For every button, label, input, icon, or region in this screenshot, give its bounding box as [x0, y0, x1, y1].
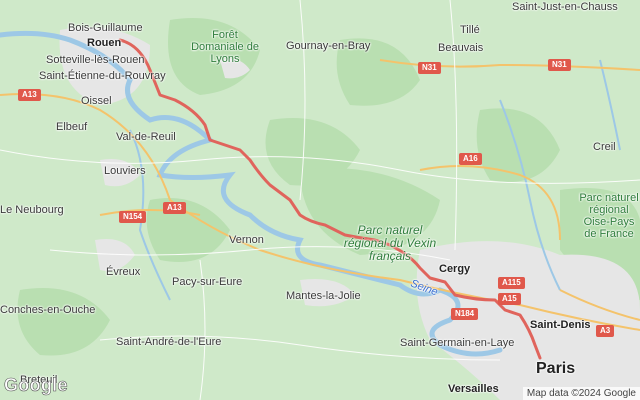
label-le-neubourg[interactable]: Le Neubourg [0, 204, 64, 216]
label-foret-lyons[interactable]: Forêt Domaniale de Lyons [185, 29, 265, 65]
label-louviers[interactable]: Louviers [104, 165, 146, 177]
road-shield-n154: N154 [119, 211, 147, 223]
road-shield-a15: A15 [498, 293, 521, 305]
label-evreux[interactable]: Évreux [106, 266, 140, 278]
road-shield-a16: A16 [459, 153, 482, 165]
label-oise-pays[interactable]: Parc naturel régional Oise-Pays de Franc… [578, 192, 640, 240]
label-rouen[interactable]: Rouen [87, 37, 121, 49]
label-pacy[interactable]: Pacy-sur-Eure [172, 276, 242, 288]
road-shield-a115: A115 [498, 277, 525, 289]
label-paris[interactable]: Paris [536, 360, 575, 377]
google-logo: Google [4, 375, 68, 396]
road-shield-n184: N184 [451, 308, 479, 320]
label-conches[interactable]: Conches-en-Ouche [0, 304, 95, 316]
label-tille[interactable]: Tillé [460, 24, 480, 36]
label-oissel[interactable]: Oissel [81, 95, 112, 107]
road-shield-a13-mid: A13 [163, 202, 186, 214]
label-sotteville[interactable]: Sotteville-lès-Rouen [46, 54, 144, 66]
label-saint-andre[interactable]: Saint-André-de-l'Eure [116, 336, 221, 348]
map-attribution: Map data ©2024 Google [522, 387, 640, 400]
road-shield-n31-mid: N31 [418, 62, 441, 74]
label-saint-just[interactable]: Saint-Just-en-Chauss [512, 1, 618, 13]
label-bois-guillaume[interactable]: Bois-Guillaume [68, 22, 143, 34]
label-vernon[interactable]: Vernon [229, 234, 264, 246]
road-shield-a13-west: A13 [18, 89, 41, 101]
road-shield-a3: A3 [596, 325, 615, 337]
map-view[interactable]: Bois-Guillaume Rouen Sotteville-lès-Roue… [0, 0, 640, 400]
label-saint-germain[interactable]: Saint-Germain-en-Laye [400, 337, 514, 349]
label-elbeuf[interactable]: Elbeuf [56, 121, 87, 133]
road-shield-n31-east: N31 [548, 59, 571, 71]
label-saint-denis[interactable]: Saint-Denis [530, 319, 591, 331]
label-vexin[interactable]: Parc naturel régional du Vexin français [340, 224, 440, 263]
label-beauvais[interactable]: Beauvais [438, 42, 483, 54]
label-mantes[interactable]: Mantes-la-Jolie [286, 290, 361, 302]
label-versailles[interactable]: Versailles [448, 383, 499, 395]
label-creil[interactable]: Creil [593, 141, 616, 153]
label-gournay[interactable]: Gournay-en-Bray [286, 40, 370, 52]
label-val-de-reuil[interactable]: Val-de-Reuil [116, 131, 176, 143]
label-cergy[interactable]: Cergy [439, 263, 470, 275]
label-saint-etienne[interactable]: Saint-Étienne-du-Rouvray [39, 70, 166, 82]
